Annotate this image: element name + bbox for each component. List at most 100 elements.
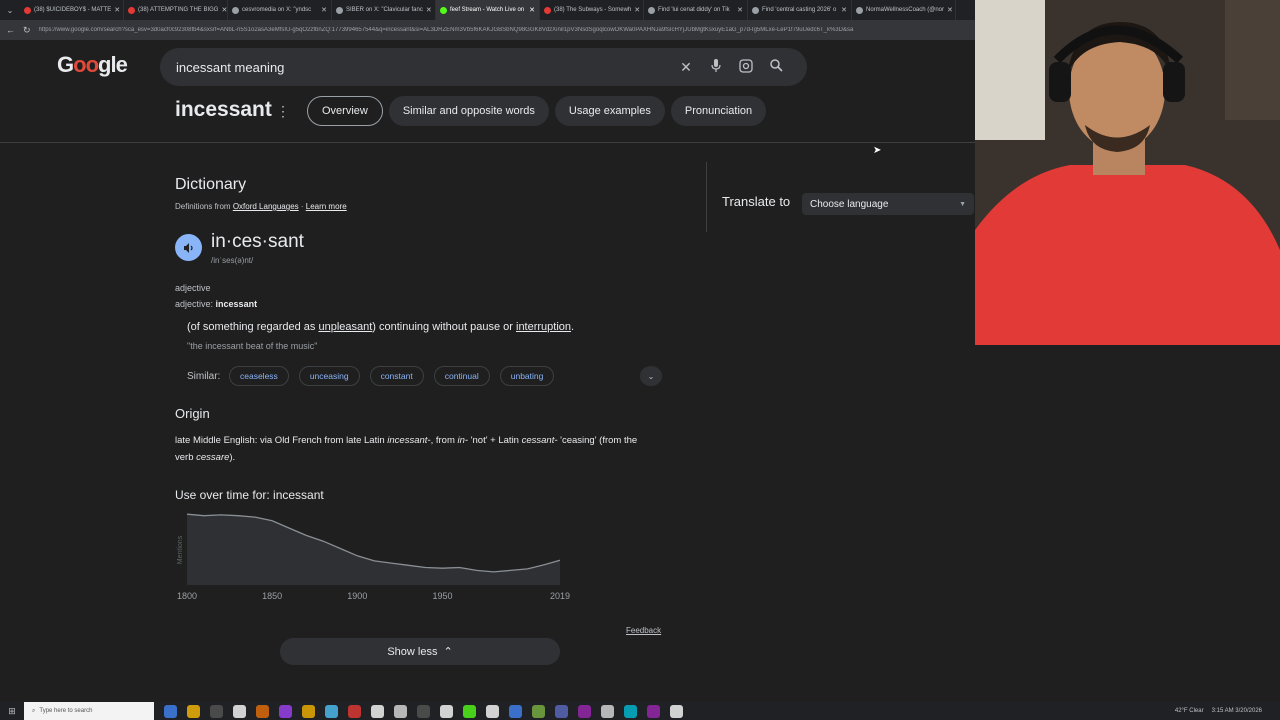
search-input[interactable]: incessant meaning	[176, 60, 671, 75]
chevron-down-icon[interactable]: ⌄	[640, 366, 662, 386]
close-tab-icon[interactable]: ✕	[321, 6, 327, 14]
taskbar-app-icon[interactable]	[601, 704, 614, 718]
close-tab-icon[interactable]: ✕	[529, 6, 535, 14]
microphone-icon[interactable]	[701, 58, 731, 76]
reload-icon[interactable]: ↻	[23, 25, 31, 36]
taskbar-app-icon[interactable]	[187, 704, 200, 718]
tab-label: (38) $UICIDEBOY$ - MATTE	[34, 7, 112, 13]
close-tab-icon[interactable]: ✕	[221, 6, 227, 14]
browser-tab[interactable]: cesvromedia on X: "yndsc ✕	[228, 0, 332, 20]
similar-words: ceaseless unceasing constant continual unbat…	[229, 366, 555, 386]
close-tab-icon[interactable]: ✕	[947, 6, 953, 14]
similar-word-chip[interactable]: continual	[433, 366, 490, 386]
url-field[interactable]: https://www.google.com/search?sca_esv=3d…	[39, 27, 975, 33]
close-tab-icon[interactable]: ✕	[114, 6, 120, 14]
mouse-cursor-icon: ➤	[873, 145, 882, 156]
tab-favicon-icon	[544, 6, 551, 14]
result-tabs: Overview Similar and opposite words Usage …	[307, 96, 767, 126]
taskbar-search-placeholder: Type here to search	[39, 708, 93, 714]
taskbar-app-icon[interactable]	[394, 704, 407, 718]
interruption-link[interactable]: interruption	[516, 321, 571, 333]
browser-tab[interactable]: (38) ATTEMPTING THE BIGG ✕	[124, 0, 228, 20]
weather-status[interactable]: 42°F Clear	[1175, 708, 1204, 714]
oxford-languages-link[interactable]: Oxford Languages	[233, 202, 299, 211]
usage-heading: Use over time for: incessant	[175, 488, 324, 502]
origin-text: late Middle English: via Old French from…	[175, 435, 638, 463]
taskbar-app-icon[interactable]	[279, 704, 292, 718]
back-icon[interactable]: ←	[6, 25, 15, 35]
close-tab-icon[interactable]: ✕	[426, 6, 432, 14]
x-tick-label: 1900	[347, 591, 367, 601]
tab-favicon-icon	[752, 6, 759, 14]
clear-icon[interactable]: ✕	[671, 59, 701, 76]
browser-tab[interactable]: Find 'central casting 2026' o ✕	[748, 0, 852, 20]
unpleasant-link[interactable]: unpleasant	[318, 321, 372, 333]
similar-word-chip[interactable]: constant	[369, 366, 424, 386]
result-tab-similar-and-opposite-words[interactable]: Similar and opposite words	[388, 96, 549, 126]
taskbar-app-icon[interactable]	[440, 704, 453, 718]
similar-word-chip[interactable]: unceasing	[298, 366, 360, 386]
tab-label: Find 'central casting 2026' o	[762, 7, 837, 13]
y-axis-label: Mentions	[177, 535, 184, 564]
similar-word-chip[interactable]: ceaseless	[229, 366, 289, 386]
search-icon: ⌕	[32, 707, 36, 714]
taskbar-app-icon[interactable]	[647, 704, 660, 718]
close-tab-icon[interactable]: ✕	[634, 6, 640, 14]
taskbar-app-icon[interactable]	[348, 704, 361, 718]
taskbar-app-icon[interactable]	[532, 704, 545, 718]
taskbar-app-icon[interactable]	[417, 704, 430, 718]
chevron-up-icon: ⌃	[443, 646, 453, 658]
browser-tab[interactable]: NormaWellnessCoach (@nor ✕	[852, 0, 956, 20]
divider	[0, 142, 975, 143]
browser-tab[interactable]: (38) $UICIDEBOY$ - MATTE ✕	[20, 0, 124, 20]
taskbar-app-icon[interactable]	[256, 704, 269, 718]
taskbar-app-icon[interactable]	[302, 704, 315, 718]
clock[interactable]: 3:15 AM 3/20/2026	[1212, 708, 1262, 714]
close-tab-icon[interactable]: ✕	[737, 6, 743, 14]
tab-favicon-icon	[648, 6, 655, 14]
browser-tab[interactable]: Find 'lui cenat diddy' on Tik ✕	[644, 0, 748, 20]
tab-search-icon[interactable]: ⌄	[0, 6, 20, 15]
taskbar-search[interactable]: ⌕ Type here to search	[24, 702, 154, 720]
result-tab-overview[interactable]: Overview	[307, 96, 383, 126]
google-logo[interactable]: Google	[57, 52, 128, 78]
taskbar-app-icon[interactable]	[670, 704, 683, 718]
tab-label: NormaWellnessCoach (@nor	[866, 7, 945, 13]
taskbar-app-icon[interactable]	[164, 704, 177, 718]
definitions-source: Definitions from Oxford Languages · Lear…	[175, 202, 347, 211]
feedback-link[interactable]: Feedback	[626, 626, 661, 635]
taskbar-app-icon[interactable]	[325, 704, 338, 718]
taskbar-app-icon[interactable]	[210, 704, 223, 718]
lens-icon[interactable]	[731, 58, 761, 76]
result-tab-pronunciation[interactable]: Pronunciation	[670, 96, 767, 126]
search-term-title: incessant	[175, 98, 272, 121]
pronounce-speaker-icon[interactable]	[175, 234, 202, 261]
learn-more-link[interactable]: Learn more	[306, 202, 347, 211]
result-tab-usage-examples[interactable]: Usage examples	[554, 96, 665, 126]
search-box[interactable]: incessant meaning ✕	[160, 48, 807, 86]
windows-start-icon[interactable]: ⊞	[0, 706, 24, 717]
browser-tab[interactable]: feef Stream - Watch Live on ✕	[436, 0, 540, 20]
usage-area	[187, 514, 560, 585]
close-tab-icon[interactable]: ✕	[841, 6, 847, 14]
more-options-icon[interactable]: ⋮	[276, 103, 290, 120]
language-select[interactable]: Choose language ▼	[802, 193, 974, 215]
taskbar-app-icon[interactable]	[624, 704, 637, 718]
taskbar-app-icon[interactable]	[233, 704, 246, 718]
taskbar-app-icon[interactable]	[371, 704, 384, 718]
tab-favicon-icon	[856, 6, 863, 14]
taskbar-app-icon[interactable]	[578, 704, 591, 718]
similar-word-chip[interactable]: unbating	[499, 366, 555, 386]
browser-tab[interactable]: SIBER on X: "Clavicular fanc ✕	[332, 0, 436, 20]
taskbar-app-icon[interactable]	[486, 704, 499, 718]
taskbar-app-icon[interactable]	[509, 704, 522, 718]
browser-tab[interactable]: (38) The Subways - Somewh ✕	[540, 0, 644, 20]
x-tick-label: 1850	[262, 591, 282, 601]
divider	[706, 162, 707, 232]
taskbar-app-icon[interactable]	[463, 704, 476, 718]
dictionary-heading: Dictionary	[175, 176, 247, 193]
origin-heading: Origin	[175, 406, 210, 421]
taskbar-app-icon[interactable]	[555, 704, 568, 718]
show-less-button[interactable]: Show less ⌃	[280, 638, 560, 665]
search-icon[interactable]	[761, 59, 791, 75]
